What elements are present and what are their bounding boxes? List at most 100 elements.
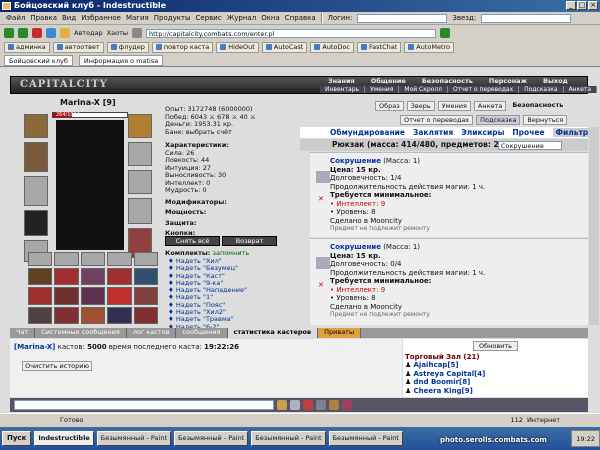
link-button[interactable]: HideOut (216, 41, 259, 53)
page-button[interactable]: Отчет о переводах (400, 115, 474, 125)
menu-item[interactable]: Продукты (154, 14, 191, 22)
home-icon[interactable] (60, 28, 70, 38)
page-button[interactable]: Подсказка (476, 115, 521, 125)
user-entry[interactable]: ♟ Cheera King[9] (405, 387, 588, 396)
subnav-item[interactable]: Мой Скролл (399, 86, 449, 93)
chat-tab[interactable]: статистика кастеров (227, 328, 319, 338)
belt-slot[interactable] (80, 252, 106, 266)
clear-icon[interactable] (303, 400, 313, 410)
character-name[interactable]: Marina-X [9] (60, 98, 116, 107)
menu-item[interactable]: Магия (126, 14, 149, 22)
spell-slot[interactable] (80, 287, 106, 305)
send-icon[interactable] (290, 400, 300, 410)
address-bar[interactable]: http://capitalcity.combats.com/enter.pl (146, 28, 436, 38)
link-button[interactable]: FastChat (357, 41, 402, 53)
inventory-scrollbar[interactable] (589, 127, 599, 325)
chat-input[interactable] (14, 400, 274, 410)
sound-icon[interactable] (329, 400, 339, 410)
belt-slot[interactable] (28, 252, 53, 266)
delete-icon[interactable]: ✕ (318, 195, 324, 204)
task-paint[interactable]: Безымянный - Paint (328, 431, 403, 446)
user-entry[interactable]: ♟ Ajaihcap[5] (405, 361, 588, 370)
task-paint[interactable]: Безымянный - Paint (96, 431, 172, 446)
delete-icon[interactable]: ✕ (318, 281, 324, 290)
spell-slot[interactable] (28, 306, 53, 324)
chat-tab[interactable]: Приваты (318, 328, 362, 338)
print-icon[interactable] (132, 28, 142, 38)
clear-history-button[interactable]: Очистить историю (22, 361, 92, 371)
amulet-slot[interactable] (128, 170, 152, 194)
link-button[interactable]: повтор каста (151, 41, 214, 53)
nav-item[interactable]: Знания (320, 77, 363, 85)
return-button[interactable]: Возврат (222, 236, 277, 246)
spell-slot[interactable] (28, 268, 53, 286)
menu-item[interactable]: Избранное (81, 14, 121, 22)
task-paint[interactable]: Безымянный - Paint (174, 431, 249, 446)
remember-link[interactable]: запомнить (213, 249, 250, 257)
maximize-button[interactable]: □ (577, 1, 587, 10)
page-button[interactable]: Анкета (473, 101, 507, 111)
menu-item[interactable]: Правка (30, 14, 57, 22)
spell-slot[interactable] (107, 306, 132, 324)
refresh-button[interactable]: Обновить (473, 341, 518, 351)
smile-icon[interactable] (277, 400, 287, 410)
autodar-button[interactable]: Автодар (74, 29, 103, 37)
page-button[interactable]: Образ (375, 101, 404, 111)
spell-slot[interactable] (107, 287, 132, 305)
tab-info[interactable]: Информация о matisa (78, 54, 164, 66)
defense-title[interactable]: Защита: (165, 219, 256, 228)
minimize-button[interactable]: _ (566, 1, 576, 10)
menu-item[interactable]: Вид (62, 14, 76, 22)
chat-tab[interactable]: Системные сообщения (35, 328, 127, 338)
belt-slot[interactable] (133, 252, 159, 266)
link-button[interactable]: админка (4, 41, 50, 53)
start-button[interactable]: Пуск (2, 431, 32, 446)
armor-slot[interactable] (128, 198, 152, 224)
forward-icon[interactable] (18, 28, 28, 38)
nav-item[interactable]: Персонаж (481, 77, 535, 85)
go-icon[interactable] (440, 28, 450, 38)
servers-field[interactable] (481, 13, 572, 23)
nav-item[interactable]: Выход (535, 77, 576, 85)
subnav-item[interactable]: Анкета (563, 86, 598, 93)
spell-slot[interactable] (54, 268, 79, 286)
menu-item[interactable]: Окна (261, 14, 280, 22)
menu-item[interactable]: Файл (6, 14, 25, 22)
belt-slot[interactable] (107, 252, 132, 266)
filter-icon[interactable] (316, 400, 326, 410)
task-indestructible[interactable]: Indestructible (34, 431, 94, 446)
subnav-item[interactable]: Подсказка (519, 86, 564, 93)
page-button[interactable]: Зверь (406, 101, 435, 111)
bracer-slot[interactable] (24, 142, 48, 172)
item-name[interactable]: Сокрушение (330, 243, 381, 251)
helmet-slot[interactable] (24, 114, 48, 138)
link-button[interactable]: флудер (106, 41, 149, 53)
hotkeys-button[interactable]: Хаоты (107, 29, 128, 37)
user-entry[interactable]: ♟ Astreya Capital[4] (405, 370, 588, 379)
menu-item[interactable]: Справка (285, 14, 316, 22)
spell-slot[interactable] (28, 287, 53, 305)
spell-slot[interactable] (133, 287, 158, 305)
link-button[interactable]: AutoCast (261, 41, 308, 53)
filter-tab[interactable]: Фильтр (552, 128, 592, 137)
refresh-icon[interactable] (46, 28, 56, 38)
spell-slot[interactable] (54, 306, 79, 324)
user-entry[interactable]: ♟ dnd Boomir[8] (405, 378, 588, 387)
task-paint[interactable]: Безымянный - Paint (251, 431, 326, 446)
spell-slot[interactable] (54, 287, 79, 305)
weapon-slot[interactable] (24, 176, 48, 206)
filter-tab[interactable]: Обмундирование (330, 128, 405, 137)
nav-item[interactable]: Безопасность (414, 77, 481, 85)
page-button[interactable]: Вернуться (523, 115, 568, 125)
spell-slot[interactable] (133, 306, 158, 324)
shirt-slot[interactable] (24, 210, 48, 236)
back-icon[interactable] (4, 28, 14, 38)
ring-slot[interactable] (128, 142, 152, 166)
page-button[interactable]: Безопасность (509, 101, 566, 111)
filter-tab[interactable]: Прочее (512, 128, 544, 137)
close-button[interactable]: × (588, 1, 598, 10)
subnav-item[interactable]: Отчет о переводах (448, 86, 520, 93)
spell-slot[interactable] (133, 268, 158, 286)
subnav-item[interactable]: Умения (365, 86, 400, 93)
menu-item[interactable]: Сервис (196, 14, 222, 22)
